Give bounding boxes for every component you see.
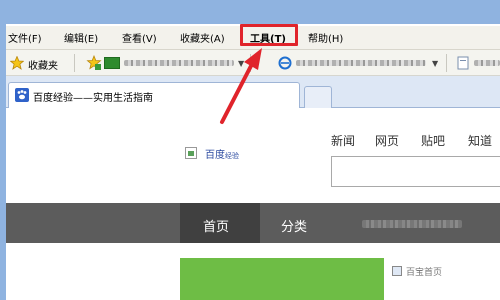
tab-title: 百度经验——实用生活指南	[33, 93, 153, 104]
side-text[interactable]: 百宝首页	[406, 265, 442, 278]
add-favorite-icon[interactable]	[86, 55, 102, 71]
green-banner	[180, 258, 384, 300]
image-icon	[185, 147, 197, 159]
favorites-bar: 收藏夹 ▼ ▼	[6, 50, 500, 76]
menu-help[interactable]: 帮助(H)	[308, 32, 343, 47]
nav-link-zhidao[interactable]: 知道	[468, 132, 492, 149]
baidu-jingyan-logo[interactable]: 百度经验	[180, 140, 264, 182]
menu-view[interactable]: 查看(V)	[122, 32, 157, 47]
blurred-nav-items[interactable]	[362, 220, 462, 228]
chevron-down-icon[interactable]: ▼	[238, 59, 244, 68]
star-icon[interactable]	[10, 56, 24, 70]
page-icon[interactable]	[456, 56, 470, 70]
menu-favorites[interactable]: 收藏夹(A)	[180, 32, 225, 47]
search-input[interactable]	[331, 156, 500, 187]
chevron-down-icon[interactable]: ▼	[432, 59, 438, 68]
desktop-background	[0, 0, 500, 26]
logo-text: 百度经验	[205, 150, 239, 161]
menu-file[interactable]: 文件(F)	[8, 32, 42, 47]
nav-category[interactable]: 分类	[281, 216, 307, 235]
divider	[250, 54, 251, 72]
blurred-link[interactable]	[296, 60, 426, 66]
blurred-link[interactable]	[474, 60, 500, 66]
menu-edit[interactable]: 编辑(E)	[64, 32, 98, 47]
paw-icon	[15, 88, 29, 102]
tab-baidu-jingyan[interactable]: 百度经验——实用生活指南	[8, 82, 300, 108]
favorites-label[interactable]: 收藏夹	[28, 57, 58, 72]
nav-home[interactable]: 首页	[203, 216, 229, 235]
ie-icon[interactable]	[278, 56, 292, 70]
nav-link-news[interactable]: 新闻	[331, 132, 355, 149]
nav-link-web[interactable]: 网页	[375, 132, 399, 149]
nav-link-tieba[interactable]: 贴吧	[421, 132, 445, 149]
tools-menu-highlight-box	[240, 24, 298, 46]
tab-row: 百度经验——实用生活指南	[6, 76, 500, 108]
new-tab-button[interactable]	[304, 86, 332, 108]
divider	[74, 54, 75, 72]
divider	[446, 54, 447, 72]
blurred-link[interactable]	[124, 60, 234, 66]
side-icon	[392, 266, 402, 276]
site-favicon[interactable]	[104, 57, 120, 69]
